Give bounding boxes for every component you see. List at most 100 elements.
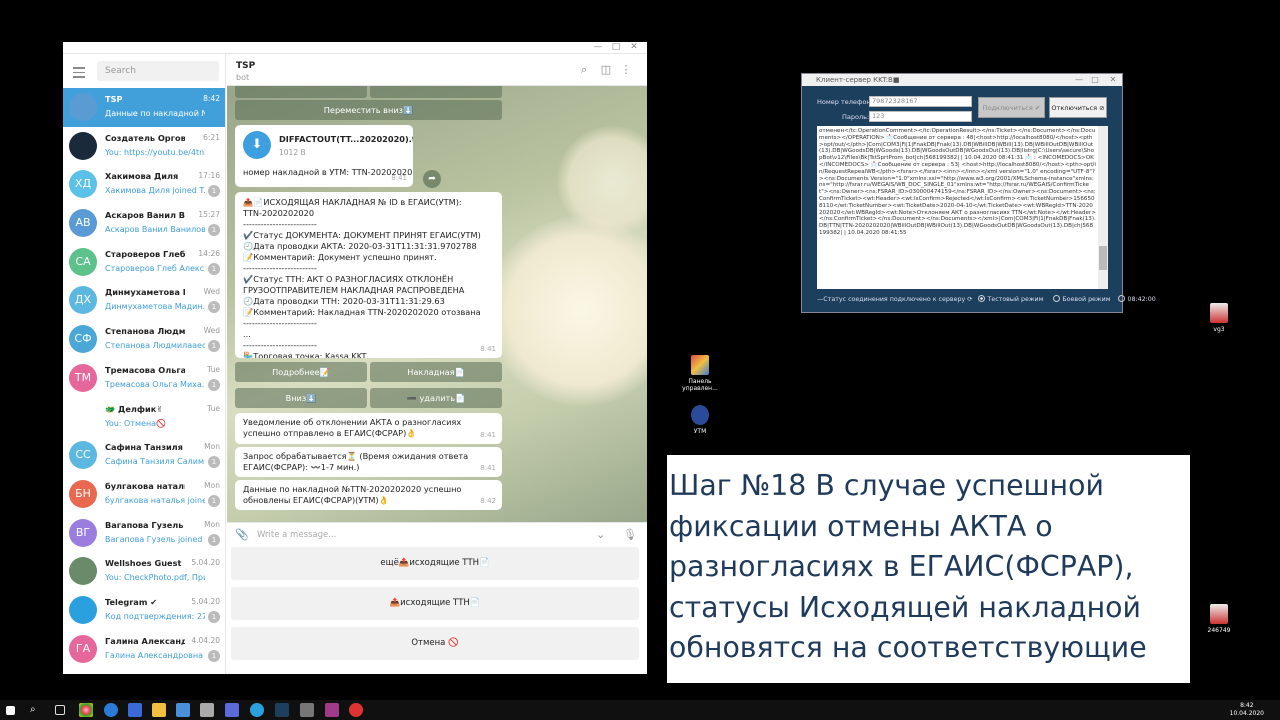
desktop-icon-246749[interactable]: 246749 — [1199, 604, 1239, 634]
avatar: СФ — [69, 325, 97, 354]
chat-list-item[interactable]: ГА Галина Александро... 4.04.20 Галина Алек… — [63, 630, 225, 669]
chat-time: 14:26 — [198, 248, 220, 258]
chat-list-item[interactable]: 🐲 Делфик✌ Tue You: Отмена🚫 — [63, 398, 225, 437]
kb-button-details[interactable]: Подробнее📝 — [235, 362, 367, 382]
message-text: Запрос обрабатывается⏳ (Время ожидания о… — [243, 451, 469, 472]
folder-icon[interactable] — [152, 703, 166, 717]
test-mode-radio[interactable] — [978, 295, 986, 302]
chat-list-item[interactable]: ВГ Вагапова Гузель Mon Вагапова Гузель join… — [63, 514, 225, 553]
hamburger-menu-icon[interactable] — [73, 67, 85, 81]
chat-list-item[interactable]: Создатель Оргов 6:21 You: https://youtu.be… — [63, 127, 225, 166]
caption-line: обновятся на соответствующие — [669, 631, 1147, 664]
cs-titlebar: Клиент-сервер КKT:В■ — □ ✕ — [802, 74, 1122, 86]
chat-time: Mon — [204, 480, 220, 490]
app-icon[interactable] — [200, 703, 214, 717]
chat-preview: Сафина Танзиля Салим... — [105, 457, 205, 467]
chat-list-item[interactable]: СА Староверов Глеб Ал... 14:26 Староверов Г… — [63, 243, 225, 282]
chat-list-item[interactable]: ТМ Тремасова Ольга Мих... TueТремасова Оль… — [63, 359, 225, 398]
message-time: 8:41 — [480, 431, 496, 439]
password-field[interactable]: 123 — [869, 111, 972, 122]
close-icon[interactable]: ✕ — [1106, 74, 1120, 86]
edge-icon[interactable] — [104, 703, 118, 717]
clock-icon — [1118, 295, 1126, 302]
app-icon[interactable] — [300, 703, 314, 717]
chat-time: Mon — [204, 519, 220, 529]
chat-list-item[interactable]: ХД Хакимова Диля 17:16 Хакимова Диля joined… — [63, 165, 225, 204]
log-scrollbar[interactable] — [1098, 126, 1108, 289]
telegram-icon[interactable] — [250, 703, 264, 717]
system-clock[interactable]: 8:42 10.04.2020 — [1230, 702, 1264, 718]
chat-preview: Код подтверждения: 27... — [105, 611, 205, 621]
forward-icon[interactable]: ➦ — [423, 170, 441, 188]
sidebar-toggle-icon[interactable]: ◫ — [599, 63, 613, 76]
chat-list-item[interactable]: СС Сафина Танзиля Сали... Mon Сафина Танзил… — [63, 436, 225, 475]
desktop-icon-utm[interactable]: УТМ — [680, 405, 720, 435]
chat-title: TSP — [236, 61, 256, 71]
unread-badge: 1 — [208, 185, 220, 198]
disconnect-button[interactable]: Отключиться ⊘ — [1049, 97, 1107, 118]
mail-icon[interactable] — [176, 703, 190, 717]
connect-button[interactable]: Подключиться ✔ — [978, 97, 1045, 118]
desktop-icon-control-panel[interactable]: Панель управлен... — [680, 355, 720, 392]
chat-list-item[interactable]: БН булгакова наталья Mon булгакова наталья … — [63, 475, 225, 514]
minimize-icon[interactable]: — — [1072, 74, 1086, 86]
more-icon[interactable]: ⋮ — [619, 63, 633, 76]
client-server-window: Клиент-сервер КKT:В■ — □ ✕ Номер телефон… — [801, 73, 1156, 313]
task-view-icon[interactable] — [55, 705, 65, 715]
kb-button-invoice[interactable]: Накладная📄 — [370, 362, 502, 382]
download-icon[interactable]: ⬇ — [243, 131, 271, 159]
attach-icon[interactable]: 📎 — [235, 528, 249, 541]
status-line: ГРУЗООТПРАВИТЕЛЕМ НАКЛАДНАЯ РАСПРОВЕДЕНА — [243, 285, 465, 295]
chat-name: TSP — [105, 94, 123, 104]
app-icon[interactable] — [325, 703, 339, 717]
kb-button-partial[interactable] — [235, 86, 367, 98]
chat-list-item[interactable]: ДХ Динмухаметова Мад... Wed Динмухаметова М… — [63, 281, 225, 320]
chat-list-item[interactable]: АВ Аскаров Ванил Вани... 15:27 Аскаров Вани… — [63, 204, 225, 243]
desktop-icon-vg3[interactable]: vg3 — [1199, 303, 1239, 333]
chevron-down-icon[interactable]: ⌄ — [596, 528, 605, 541]
bot-button-cancel[interactable]: Отмена 🚫 — [231, 627, 639, 660]
test-mode-label: Тестовый режим — [987, 296, 1044, 303]
message-text: Данные по накладной №TTN-2020202020 успе… — [243, 484, 462, 505]
minimize-icon[interactable]: — — [591, 42, 605, 53]
kb-button-move-down[interactable]: Переместить вниз⬇️ — [235, 100, 502, 120]
maximize-icon[interactable]: □ — [1088, 74, 1102, 86]
status-message: 📤📄ИСХОДЯЩАЯ НАКЛАДНАЯ № ID в ЕГАИС(УТМ):… — [235, 192, 502, 358]
chat-list-item[interactable]: СФ Степанова Людмила... Wed Степанова Людми… — [63, 320, 225, 359]
message-input[interactable]: Write a message... — [257, 530, 336, 540]
chat-preview: Аскаров Ванил Ванилов... — [105, 225, 205, 235]
maximize-icon[interactable]: □ — [609, 42, 623, 53]
microphone-icon[interactable]: 🎙 — [623, 528, 637, 541]
bot-button-outgoing[interactable]: 📤исходящие ТТН📄 — [231, 587, 639, 620]
chat-list-item[interactable]: Wellshoes Guest 5.04.20 You: CheckPhoto.pd… — [63, 552, 225, 591]
chat-list-item[interactable]: TSP 8:42 Данные по накладной №TTN-20... — [63, 88, 225, 127]
close-icon[interactable]: ✕ — [627, 42, 641, 53]
chrome-icon[interactable] — [79, 703, 93, 717]
kb-button-down[interactable]: Вниз⬇️ — [235, 388, 367, 408]
app-icon[interactable] — [349, 703, 363, 717]
kb-button-delete[interactable]: ➖ удалить📄 — [370, 388, 502, 408]
caption-line: Шаг №18 В случае успешной — [669, 469, 1104, 502]
avatar: ТМ — [69, 363, 97, 392]
app-icon[interactable] — [225, 703, 239, 717]
search-icon[interactable]: ⌕ — [577, 63, 591, 77]
chat-name: Сафина Танзиля Сали... — [105, 442, 185, 453]
phone-field[interactable]: 79872328167 — [869, 96, 972, 107]
client-server-icon[interactable] — [275, 703, 289, 717]
file-message[interactable]: ⬇ DIFFACTOUT(TT...20202020).txt 1012 B н… — [235, 125, 413, 187]
status-line: 📝Комментарий: Документ успешно принят. — [243, 252, 437, 262]
search-input[interactable]: Search — [97, 61, 219, 81]
server-log[interactable]: отменен</tc:OperationComment></tc:Operat… — [817, 126, 1108, 289]
wallpaper-flower — [487, 216, 647, 406]
search-icon[interactable]: ⌕ — [30, 703, 44, 717]
chat-time: Mon — [204, 442, 220, 452]
explorer-icon[interactable] — [128, 703, 142, 717]
kb-button-partial[interactable] — [370, 86, 502, 98]
start-icon[interactable] — [6, 706, 15, 715]
bot-button-more-outgoing[interactable]: ещё📤исходящие ТТН📄 — [231, 547, 639, 580]
prod-mode-radio[interactable] — [1053, 295, 1061, 302]
chat-time: 5.04.20 — [191, 558, 220, 568]
message-time: 8:41 — [480, 464, 496, 472]
chat-list-item[interactable]: Telegram ✔ 5.04.20 Код подтверждения: 27..… — [63, 591, 225, 630]
utm-icon — [691, 405, 709, 425]
